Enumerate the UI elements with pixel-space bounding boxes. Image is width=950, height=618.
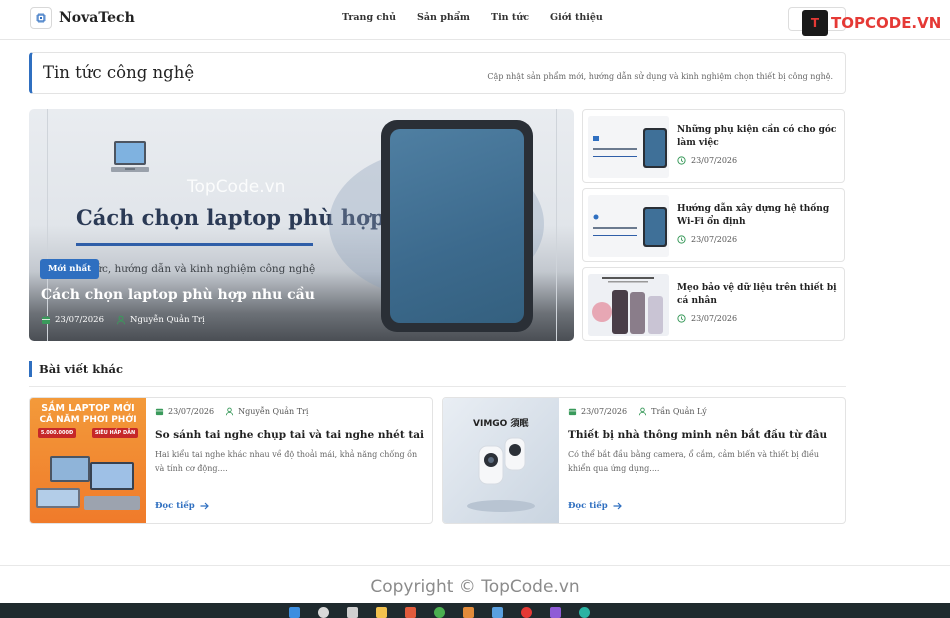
read-more-link[interactable]: Đọc tiếp xyxy=(155,501,209,511)
clock-icon xyxy=(677,235,686,244)
user-icon xyxy=(638,407,647,416)
article-meta: 23/07/2026 Nguyễn Quản Trị xyxy=(155,407,308,416)
calendar-icon xyxy=(41,315,51,325)
side-post[interactable]: Hướng dẫn xây dựng hệ thống Wi-Fi ổn địn… xyxy=(582,188,845,262)
featured-author: Nguyễn Quản Trị xyxy=(130,315,205,325)
article-excerpt: Có thể bắt đầu bằng camera, ổ cắm, cảm b… xyxy=(568,450,820,473)
app-icon[interactable] xyxy=(492,607,503,618)
side-post-thumbnail xyxy=(588,116,669,178)
side-post-meta: 23/07/2026 xyxy=(677,235,737,244)
article-excerpt: Hai kiểu tai nghe khác nhau về độ thoải … xyxy=(155,450,418,473)
user-icon xyxy=(225,407,234,416)
thumb-headline-2: CẢ NĂM PHƠI PHỚI xyxy=(39,415,137,425)
article-thumbnail: VIMGO 須眠 xyxy=(443,398,559,523)
nav-home[interactable]: Trang chủ xyxy=(342,12,396,23)
tablet-screen xyxy=(390,129,524,323)
article-author: Trần Quản Lý xyxy=(651,407,707,416)
nav-about[interactable]: Giới thiệu xyxy=(550,12,603,23)
article-author: Nguyễn Quản Trị xyxy=(238,407,309,416)
side-post-title[interactable]: Mẹo bảo vệ dữ liệu trên thiết bị cá nhân xyxy=(677,282,837,308)
article-meta: 23/07/2026 Trần Quản Lý xyxy=(568,407,707,416)
side-post[interactable]: Mẹo bảo vệ dữ liệu trên thiết bị cá nhân… xyxy=(582,267,845,341)
task-view-icon[interactable] xyxy=(347,607,358,618)
hero-image-subtitle: tức, hướng dẫn và kinh nghiệm công nghệ xyxy=(91,263,316,275)
search-icon[interactable] xyxy=(318,607,329,618)
featured-meta: 23/07/2026 Nguyễn Quản Trị xyxy=(41,315,205,325)
section-heading: Bài viết khác xyxy=(29,361,123,377)
hero-underline xyxy=(76,243,313,246)
side-post-thumbnail xyxy=(588,274,669,336)
brand-logo[interactable]: NovaTech xyxy=(30,7,135,29)
topcode-mark-icon: T xyxy=(802,10,828,36)
thumb-brand: VIMGO 須眠 xyxy=(473,419,529,429)
article-card[interactable]: VIMGO 須眠 23/07/2026 Trần Quản Lý Thiết b… xyxy=(442,397,846,524)
calendar-icon xyxy=(155,407,164,416)
article-title[interactable]: So sánh tai nghe chụp tai và tai nghe nh… xyxy=(155,429,424,441)
arrow-right-icon xyxy=(200,502,209,510)
brand-name: NovaTech xyxy=(59,10,135,26)
side-post-meta: 23/07/2026 xyxy=(677,156,737,165)
thumb-promo-tag: SIÊU HẤP DẪN xyxy=(94,430,136,436)
latest-badge: Mới nhất xyxy=(40,259,100,279)
side-post-thumbnail xyxy=(588,195,669,257)
nav-news[interactable]: Tin tức xyxy=(491,12,529,23)
side-post-date: 23/07/2026 xyxy=(691,156,738,165)
side-post-date: 23/07/2026 xyxy=(691,235,738,244)
app-icon[interactable] xyxy=(579,607,590,618)
file-explorer-icon[interactable] xyxy=(376,607,387,618)
read-more-label: Đọc tiếp xyxy=(155,501,195,511)
featured-date: 23/07/2026 xyxy=(55,315,104,325)
article-title[interactable]: Thiết bị nhà thông minh nên bắt đầu từ đ… xyxy=(568,429,827,441)
calendar-icon xyxy=(568,407,577,416)
tablet-image xyxy=(381,120,533,332)
section-divider xyxy=(29,386,846,387)
article-date: 23/07/2026 xyxy=(168,407,215,416)
arrow-right-icon xyxy=(613,502,622,510)
thumb-price-tag: 5.000.000Đ xyxy=(40,430,74,436)
laptop-icon xyxy=(111,139,149,183)
read-more-label: Đọc tiếp xyxy=(568,501,608,511)
clock-icon xyxy=(677,314,686,323)
app-icon[interactable] xyxy=(550,607,561,618)
topcode-logo: T TOPCODE.VN xyxy=(802,10,941,36)
featured-post[interactable]: Cách chọn laptop phù hợp nhu cầu tức, hư… xyxy=(29,109,574,341)
chip-icon xyxy=(30,7,52,29)
nav-products[interactable]: Sản phẩm xyxy=(417,12,470,23)
thumb-headline-1: SẮM LAPTOP MỚI xyxy=(41,403,135,414)
side-post-meta: 23/07/2026 xyxy=(677,314,737,323)
clock-icon xyxy=(677,156,686,165)
article-date: 23/07/2026 xyxy=(581,407,628,416)
featured-title[interactable]: Cách chọn laptop phù hợp nhu cầu xyxy=(41,287,315,303)
read-more-link[interactable]: Đọc tiếp xyxy=(568,501,622,511)
site-header: NovaTech Trang chủ Sản phẩm Tin tức Giới… xyxy=(0,0,950,40)
side-post-title[interactable]: Hướng dẫn xây dựng hệ thống Wi-Fi ổn địn… xyxy=(677,203,837,229)
page-title-box: Tin tức công nghệ Cập nhật sản phẩm mới,… xyxy=(29,52,846,94)
windows-start-icon[interactable] xyxy=(289,607,300,618)
side-post-title[interactable]: Những phụ kiện cần có cho góc làm việc xyxy=(677,124,837,150)
os-taskbar xyxy=(0,603,950,618)
app-icon[interactable] xyxy=(463,607,474,618)
article-thumbnail: SẮM LAPTOP MỚI CẢ NĂM PHƠI PHỚI 5.000.00… xyxy=(30,398,146,523)
watermark-text: TopCode.vn xyxy=(187,177,286,197)
topcode-logo-text: TOPCODE.VN xyxy=(831,14,942,32)
side-post[interactable]: Những phụ kiện cần có cho góc làm việc 2… xyxy=(582,109,845,183)
app-icon[interactable] xyxy=(521,607,532,618)
article-card[interactable]: SẮM LAPTOP MỚI CẢ NĂM PHƠI PHỚI 5.000.00… xyxy=(29,397,433,524)
app-icon[interactable] xyxy=(405,607,416,618)
user-icon xyxy=(116,315,126,325)
main-nav: Trang chủ Sản phẩm Tin tức Giới thiệu xyxy=(342,12,624,23)
page-title: Tin tức công nghệ xyxy=(43,63,195,82)
copyright-text: Copyright © TopCode.vn xyxy=(370,577,580,597)
chrome-icon[interactable] xyxy=(434,607,445,618)
footer-divider xyxy=(0,565,950,566)
side-post-date: 23/07/2026 xyxy=(691,314,738,323)
page-subtitle: Cập nhật sản phẩm mới, hướng dẫn sử dụng… xyxy=(487,72,833,81)
